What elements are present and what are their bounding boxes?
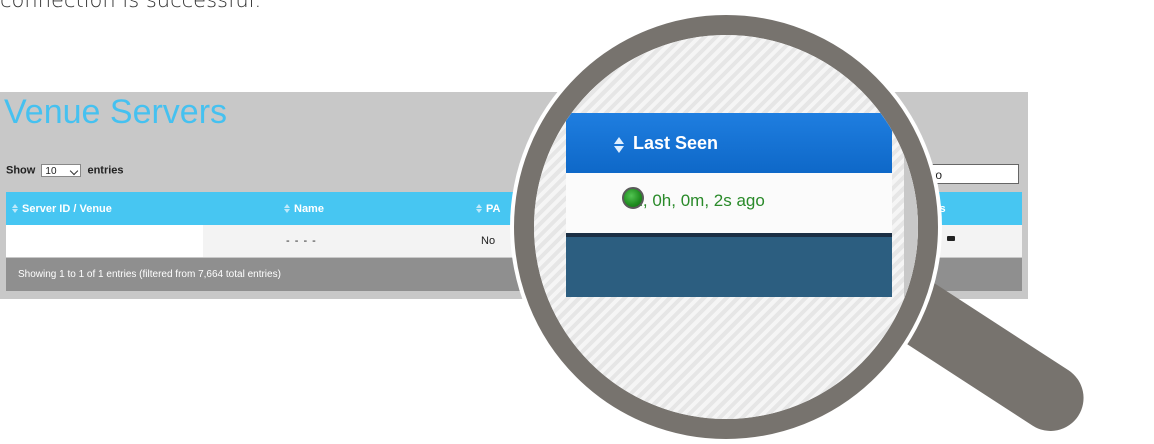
column-label: PA xyxy=(486,203,501,215)
magnifier-lens: Last Seen 0d, 0h, 0m, 2s ago xyxy=(514,15,938,439)
column-header-pa[interactable]: PA xyxy=(476,203,500,215)
length-suffix: entries xyxy=(87,164,124,177)
entries-select-value: 10 xyxy=(45,166,57,177)
online-status-icon xyxy=(622,187,644,209)
page-title: Venue Servers xyxy=(4,93,228,131)
sort-icon xyxy=(476,204,482,214)
column-header-name[interactable]: Name xyxy=(284,203,324,215)
action-icon[interactable] xyxy=(947,236,955,241)
last-seen-text: 0d, 0h, 0m, 2s ago xyxy=(624,191,765,210)
chevron-down-icon xyxy=(70,166,79,176)
entries-length-control: Show 10 entries xyxy=(6,164,124,177)
sort-icon xyxy=(12,204,18,214)
magnified-panel-edge xyxy=(904,113,918,297)
last-seen-label: Last Seen xyxy=(633,133,719,153)
name-cell: - - - - xyxy=(286,235,317,247)
entries-select[interactable]: 10 xyxy=(41,164,82,177)
last-seen-value: 0d, 0h, 0m, 2s ago xyxy=(622,187,765,211)
sort-icon xyxy=(614,136,624,153)
last-seen-header: Last Seen xyxy=(614,133,718,154)
column-label: Name xyxy=(294,203,324,215)
pa-cell: No xyxy=(481,235,496,247)
magnified-column-header[interactable]: Last Seen xyxy=(566,113,892,173)
length-prefix: Show xyxy=(6,164,36,177)
sort-icon xyxy=(284,204,290,214)
column-label: Server ID / Venue xyxy=(22,203,112,215)
magnified-footer xyxy=(566,237,892,297)
intro-text: connection is successful. xyxy=(0,0,262,12)
magnified-cell: 0d, 0h, 0m, 2s ago xyxy=(566,173,892,233)
magnified-view: Last Seen 0d, 0h, 0m, 2s ago xyxy=(534,35,918,419)
column-header-server-id[interactable]: Server ID / Venue xyxy=(12,203,112,215)
